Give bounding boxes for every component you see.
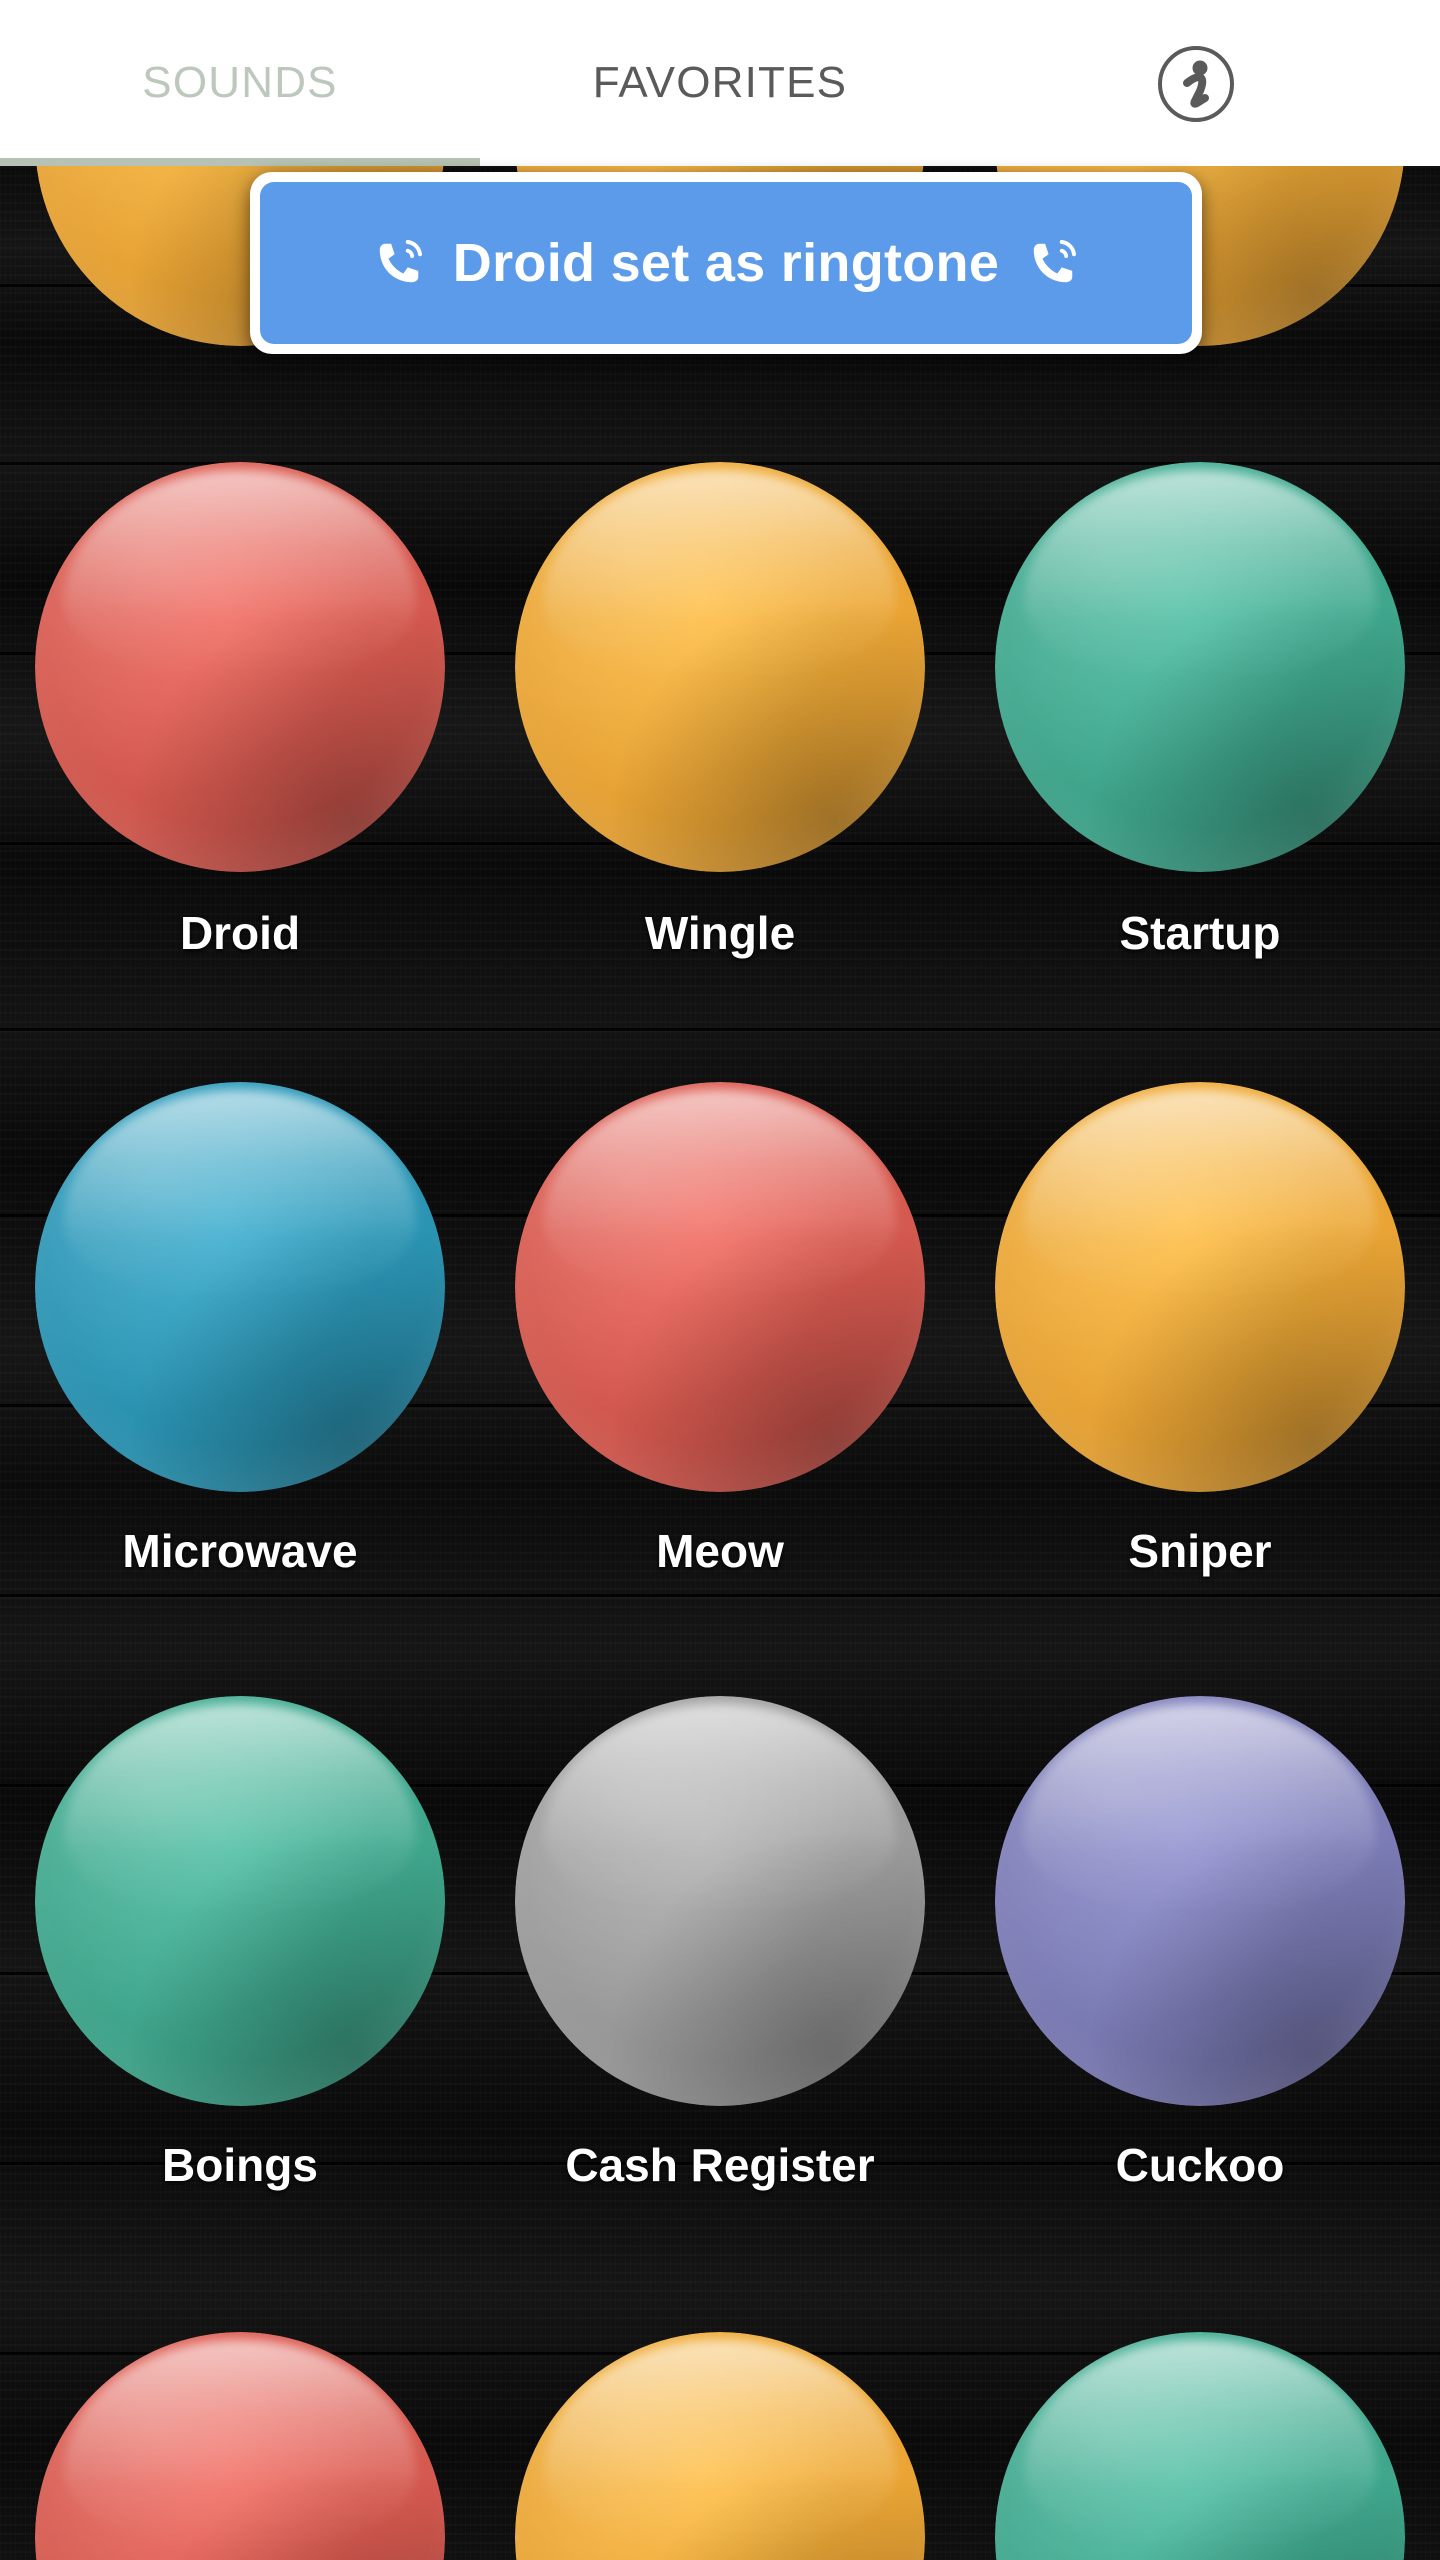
sound-button-cell bbox=[960, 1696, 1440, 2106]
sound-button-label: Startup bbox=[1119, 907, 1281, 959]
sound-button-rim bbox=[995, 2332, 1405, 2560]
sound-button-label: Meow bbox=[656, 1525, 784, 1577]
sound-button-rim bbox=[995, 462, 1405, 872]
sound-button-label: Microwave bbox=[122, 1525, 358, 1577]
sound-button-rim bbox=[35, 2332, 445, 2560]
sound-button-grid: Droid Wingle Startup Microwave Meow Sniper Boi… bbox=[0, 0, 1440, 2560]
tab-active-indicator bbox=[0, 158, 480, 166]
sound-button-cell bbox=[480, 1082, 960, 1492]
sound-button-label: Boings bbox=[162, 2139, 318, 2191]
sound-button-rim bbox=[515, 1696, 925, 2106]
toast-body: Droid set as ringtone bbox=[260, 182, 1192, 344]
sound-button-cell bbox=[0, 1696, 480, 2106]
sound-button-circle[interactable] bbox=[995, 1082, 1405, 1492]
ringing-phone-icon bbox=[1033, 240, 1077, 283]
sound-button-label: Sniper bbox=[1128, 1525, 1272, 1577]
sound-button-circle[interactable] bbox=[35, 1696, 445, 2106]
sound-button[interactable] bbox=[515, 462, 925, 872]
sound-button[interactable] bbox=[995, 1082, 1405, 1492]
sound-button-circle[interactable] bbox=[35, 462, 445, 872]
sound-button-partial bbox=[960, 2332, 1440, 2560]
sound-button-cell bbox=[960, 462, 1440, 872]
sound-button-rim bbox=[515, 1082, 925, 1492]
tab-bar: SOUNDS FAVORITES bbox=[0, 0, 1440, 166]
sound-button[interactable] bbox=[515, 2332, 925, 2560]
tab-favorites[interactable]: FAVORITES bbox=[480, 0, 960, 166]
tab-sounds[interactable]: SOUNDS bbox=[0, 0, 480, 166]
sound-button[interactable] bbox=[35, 2332, 445, 2560]
sound-button-label: Droid bbox=[179, 907, 301, 959]
info-circle-icon bbox=[1158, 46, 1234, 122]
sound-button-cell bbox=[0, 1082, 480, 1492]
sound-button-rim bbox=[35, 462, 445, 872]
sound-button-circle[interactable] bbox=[515, 1696, 925, 2106]
sound-button-label: Wingle bbox=[644, 907, 796, 959]
toast-message: Droid set as ringtone bbox=[452, 233, 1000, 293]
tab-sounds-label: SOUNDS bbox=[142, 58, 338, 107]
sound-button-circle[interactable] bbox=[515, 2332, 925, 2560]
sound-button-circle[interactable] bbox=[35, 2332, 445, 2560]
sound-button-rim bbox=[515, 2332, 925, 2560]
sound-button-label: Cuckoo bbox=[1115, 2139, 1285, 2191]
sound-button-circle[interactable] bbox=[515, 462, 925, 872]
sound-button-rim bbox=[35, 1696, 445, 2106]
tab-favorites-label: FAVORITES bbox=[592, 58, 848, 107]
sound-button-circle[interactable] bbox=[515, 1082, 925, 1492]
sound-button[interactable] bbox=[35, 462, 445, 872]
app-root: Droid Wingle Startup Microwave Meow Sniper Boi… bbox=[0, 0, 1440, 2560]
sound-button-partial bbox=[0, 2332, 480, 2560]
sound-button[interactable] bbox=[995, 2332, 1405, 2560]
sound-button-partial bbox=[480, 2332, 960, 2560]
sound-button[interactable] bbox=[515, 1696, 925, 2106]
sound-button-rim bbox=[995, 1696, 1405, 2106]
toast-notification[interactable]: Droid set as ringtone bbox=[250, 172, 1202, 354]
sound-button[interactable] bbox=[515, 1082, 925, 1492]
sound-button-cell bbox=[960, 1082, 1440, 1492]
sound-button-cell bbox=[480, 462, 960, 872]
sound-button-rim bbox=[35, 1082, 445, 1492]
sound-button-circle[interactable] bbox=[995, 462, 1405, 872]
sound-button-cell bbox=[0, 462, 480, 872]
sound-button[interactable] bbox=[995, 1696, 1405, 2106]
sound-button[interactable] bbox=[35, 1696, 445, 2106]
sound-button-rim bbox=[995, 1082, 1405, 1492]
sound-button-cell bbox=[480, 1696, 960, 2106]
sound-button[interactable] bbox=[35, 1082, 445, 1492]
sound-button-circle[interactable] bbox=[995, 2332, 1405, 2560]
sound-button-rim bbox=[515, 462, 925, 872]
info-button[interactable] bbox=[1155, 43, 1237, 125]
sound-button-circle[interactable] bbox=[35, 1082, 445, 1492]
sound-button-circle[interactable] bbox=[995, 1696, 1405, 2106]
ringing-phone-icon bbox=[379, 240, 422, 283]
sound-button[interactable] bbox=[995, 462, 1405, 872]
sound-button-label: Cash Register bbox=[565, 2139, 875, 2191]
